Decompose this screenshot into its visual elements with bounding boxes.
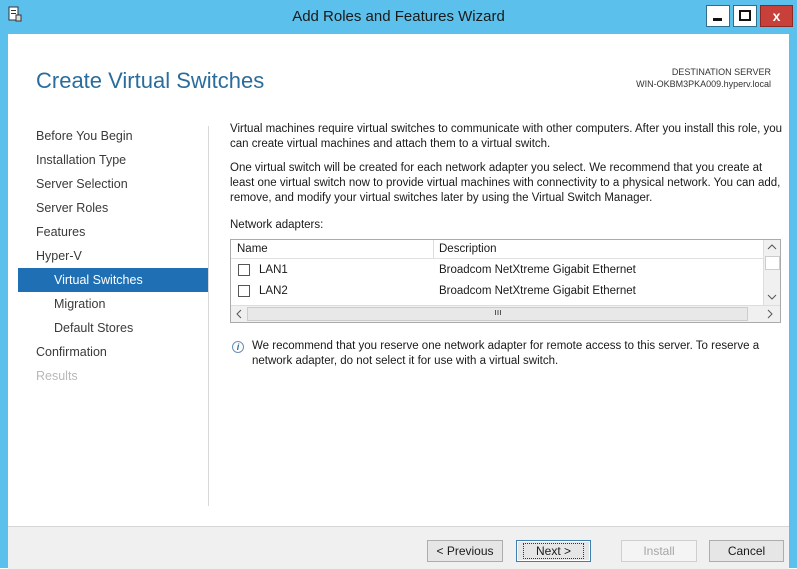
nav-item-before-you-begin[interactable]: Before You Begin — [18, 124, 208, 148]
adapter-name: LAN1 — [259, 264, 288, 276]
destination-label: DESTINATION SERVER — [671, 67, 771, 77]
column-divider[interactable] — [433, 240, 434, 258]
destination-server: DESTINATION SERVER WIN-OKBM3PKA009.hyper… — [636, 66, 771, 90]
next-button-label: Next > — [522, 543, 584, 559]
install-button: Install — [621, 540, 697, 562]
list-header: Name Description — [231, 240, 763, 259]
nav-item-server-roles[interactable]: Server Roles — [18, 196, 208, 220]
next-button[interactable]: Next > — [516, 540, 591, 562]
close-icon: x — [772, 8, 781, 24]
list-item[interactable]: LAN2 Broadcom NetXtreme Gigabit Ethernet — [231, 281, 763, 301]
previous-button[interactable]: < Previous — [427, 540, 503, 562]
main-panel: Virtual machines require virtual switche… — [230, 122, 784, 369]
maximize-icon — [739, 10, 751, 21]
nav-item-virtual-switches[interactable]: Virtual Switches — [18, 268, 208, 292]
column-name-header[interactable]: Name — [237, 242, 268, 257]
nav-item-hyper-v[interactable]: Hyper-V — [18, 244, 208, 268]
wizard-window: Add Roles and Features Wizard x Create V… — [0, 0, 797, 569]
nav-item-migration[interactable]: Migration — [18, 292, 208, 316]
info-icon: i — [232, 341, 244, 353]
nav-item-installation-type[interactable]: Installation Type — [18, 148, 208, 172]
scroll-up-icon[interactable] — [767, 243, 777, 251]
lan2-checkbox[interactable] — [238, 285, 250, 297]
nav-item-features[interactable]: Features — [18, 220, 208, 244]
nav-item-default-stores[interactable]: Default Stores — [18, 316, 208, 340]
scroll-right-icon[interactable] — [766, 309, 774, 319]
window-title: Add Roles and Features Wizard — [292, 8, 505, 25]
column-description-header[interactable]: Description — [439, 242, 497, 257]
horizontal-scroll-thumb[interactable] — [247, 307, 748, 321]
adapter-description: Broadcom NetXtreme Gigabit Ethernet — [439, 264, 636, 276]
wizard-footer: < Previous Next > Install Cancel — [8, 526, 789, 569]
adapter-name: LAN2 — [259, 285, 288, 297]
nav-item-confirmation[interactable]: Confirmation — [18, 340, 208, 364]
page-title: Create Virtual Switches — [36, 68, 265, 93]
list-item[interactable]: LAN1 Broadcom NetXtreme Gigabit Ethernet — [231, 260, 763, 280]
horizontal-scrollbar[interactable] — [231, 305, 780, 322]
nav-divider — [208, 126, 209, 506]
scroll-grip-icon — [494, 310, 501, 315]
destination-server-name: WIN-OKBM3PKA009.hyperv.local — [636, 79, 771, 89]
nav-item-results: Results — [36, 369, 78, 383]
title-bar[interactable]: Add Roles and Features Wizard x — [0, 0, 797, 34]
vertical-scrollbar[interactable] — [763, 240, 780, 306]
network-adapters-label: Network adapters: — [230, 219, 324, 231]
minimize-icon — [713, 18, 722, 21]
cancel-button[interactable]: Cancel — [709, 540, 784, 562]
vertical-scroll-thumb[interactable] — [765, 256, 780, 270]
close-button[interactable]: x — [760, 5, 793, 27]
scroll-left-icon[interactable] — [235, 309, 243, 319]
intro-paragraph: Virtual machines require virtual switche… — [230, 123, 783, 150]
info-note: i We recommend that you reserve one netw… — [230, 339, 784, 369]
network-adapters-list[interactable]: Name Description LAN1 Broadcom NetXtreme… — [230, 239, 781, 323]
scroll-down-icon[interactable] — [767, 293, 777, 301]
nav-item-server-selection[interactable]: Server Selection — [18, 172, 208, 196]
info-text: We recommend that you reserve one networ… — [252, 340, 760, 367]
lan1-checkbox[interactable] — [238, 264, 250, 276]
maximize-button[interactable] — [733, 5, 757, 27]
switch-paragraph: One virtual switch will be created for e… — [230, 162, 781, 204]
minimize-button[interactable] — [706, 5, 730, 27]
wizard-nav: Before You Begin Installation Type Serve… — [18, 124, 208, 388]
wizard-content: Create Virtual Switches DESTINATION SERV… — [8, 34, 789, 526]
adapter-description: Broadcom NetXtreme Gigabit Ethernet — [439, 285, 636, 297]
